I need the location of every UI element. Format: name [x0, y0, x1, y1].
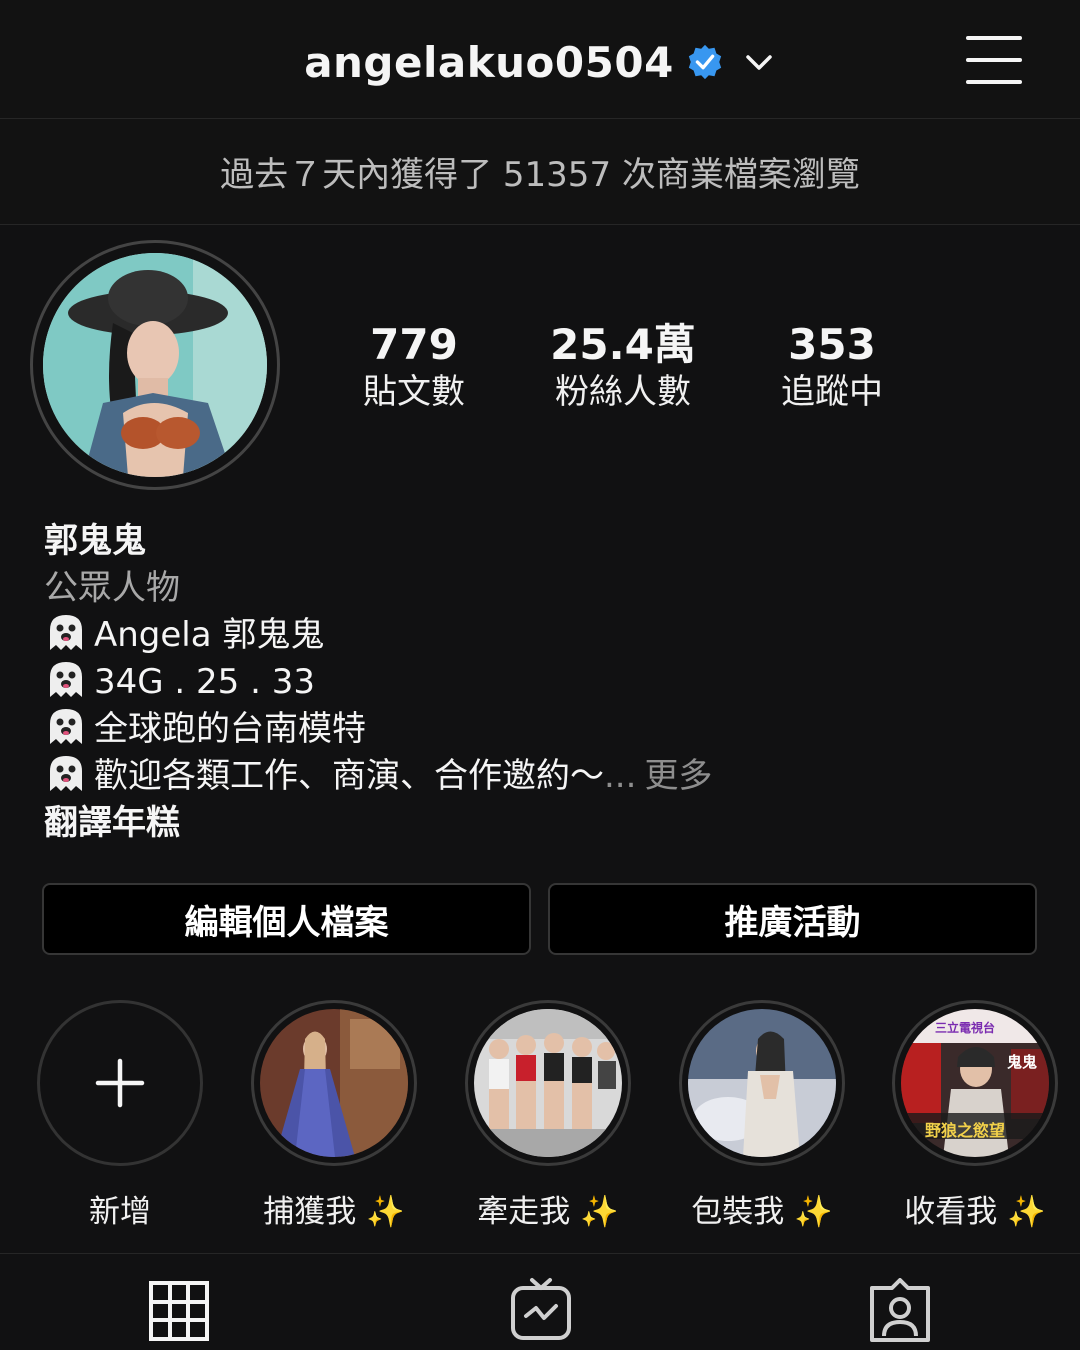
hamburger-menu-icon[interactable] — [966, 36, 1024, 86]
ghost-emoji-icon — [50, 662, 82, 697]
edit-profile-button[interactable]: 編輯個人檔案 — [42, 883, 531, 955]
highlight-overlay-top: 三立電視台 — [935, 1021, 996, 1035]
highlight-label: 牽走我 ✨ — [477, 1194, 619, 1230]
sparkles-icon: ✨ — [1007, 1194, 1046, 1230]
avatar-photo — [43, 253, 267, 477]
bio-line: 全球跑的台南模特 — [44, 706, 1044, 753]
ghost-emoji-icon — [50, 615, 82, 650]
profile-views-banner[interactable]: 過去７天內獲得了 51357 次商業檔案瀏覽 — [0, 119, 1080, 225]
posts-count: 779 — [370, 320, 458, 369]
followers-count-stat[interactable]: 25.4萬 粉絲人數 — [540, 320, 706, 414]
grid-icon[interactable] — [148, 1280, 210, 1342]
category-label: 公眾人物 — [44, 568, 180, 608]
plus-icon — [95, 1058, 145, 1108]
display-name: 郭鬼鬼 — [44, 521, 146, 561]
ellipsis: ... — [604, 756, 637, 796]
following-count: 353 — [788, 320, 876, 369]
ghost-emoji-icon — [50, 756, 82, 791]
profile-avatar[interactable] — [30, 240, 280, 490]
highlight-label: 新增 — [89, 1194, 151, 1230]
highlight-new-ring[interactable] — [37, 1000, 203, 1166]
profile-bio: 郭鬼鬼 公眾人物 Angela 郭鬼鬼 34G . 25 . 33 全球跑的台南… — [44, 518, 1044, 847]
highlight-label: 包裝我 ✨ — [691, 1194, 833, 1230]
bio-text: Angela 郭鬼鬼 — [94, 615, 325, 655]
ghost-emoji-icon — [50, 709, 82, 744]
followers-label: 粉絲人數 — [555, 372, 691, 412]
bio-line: Angela 郭鬼鬼 — [44, 612, 1044, 659]
tagged-user-icon[interactable] — [868, 1278, 932, 1342]
chevron-down-icon[interactable] — [742, 45, 776, 79]
highlight-overlay-bottom: 野狼之慾望 — [925, 1121, 1006, 1140]
highlight-cover — [260, 1009, 408, 1157]
highlight-ring[interactable] — [251, 1000, 417, 1166]
highlight-item[interactable]: 包裝我 ✨ — [679, 1000, 845, 1231]
highlight-label: 捕獲我 ✨ — [263, 1194, 405, 1230]
bio-line: 34G . 25 . 33 — [44, 659, 1044, 706]
top-bar: angelakuo0504 — [0, 0, 1080, 119]
highlight-ring[interactable] — [465, 1000, 631, 1166]
highlight-new[interactable]: 新增 — [37, 1000, 203, 1231]
highlight-ring[interactable]: 三立電視台 鬼鬼 野狼之慾望 — [892, 1000, 1058, 1166]
bio-text: 全球跑的台南模特 — [94, 709, 366, 749]
followers-count: 25.4萬 — [550, 320, 696, 369]
highlight-cover — [688, 1009, 836, 1157]
highlight-item[interactable]: 牽走我 ✨ — [465, 1000, 631, 1231]
bio-line: 歡迎各類工作、商演、合作邀約～... 更多 — [44, 753, 1044, 800]
sparkles-icon: ✨ — [794, 1194, 833, 1230]
promotions-button[interactable]: 推廣活動 — [548, 883, 1037, 955]
highlight-ring[interactable] — [679, 1000, 845, 1166]
highlight-cover: 三立電視台 鬼鬼 野狼之慾望 — [901, 1009, 1049, 1157]
highlight-label: 收看我 ✨ — [904, 1194, 1046, 1230]
translate-link[interactable]: 翻譯年糕 — [44, 800, 1044, 847]
account-switcher[interactable]: angelakuo0504 — [0, 34, 1080, 90]
more-link[interactable]: 更多 — [644, 756, 712, 796]
igtv-icon[interactable] — [510, 1276, 572, 1342]
profile-tab-bar — [0, 1253, 1080, 1350]
bio-text: 歡迎各類工作、商演、合作邀約～ — [94, 756, 604, 796]
following-label: 追蹤中 — [781, 372, 883, 412]
posts-label: 貼文數 — [363, 372, 465, 412]
username[interactable]: angelakuo0504 — [304, 38, 674, 87]
sparkles-icon: ✨ — [580, 1194, 619, 1230]
highlight-item[interactable]: 三立電視台 鬼鬼 野狼之慾望 收看我 ✨ — [892, 1000, 1058, 1231]
posts-count-stat[interactable]: 779 貼文數 — [352, 320, 476, 414]
highlight-item[interactable]: 捕獲我 ✨ — [251, 1000, 417, 1231]
bio-text: 34G . 25 . 33 — [94, 662, 315, 702]
highlight-cover — [474, 1009, 622, 1157]
verified-badge-icon — [688, 44, 721, 80]
sparkles-icon: ✨ — [366, 1194, 405, 1230]
profile-views-text: 過去７天內獲得了 51357 次商業檔案瀏覽 — [220, 155, 860, 195]
following-count-stat[interactable]: 353 追蹤中 — [770, 320, 894, 414]
highlight-overlay-right: 鬼鬼 — [1007, 1053, 1038, 1071]
